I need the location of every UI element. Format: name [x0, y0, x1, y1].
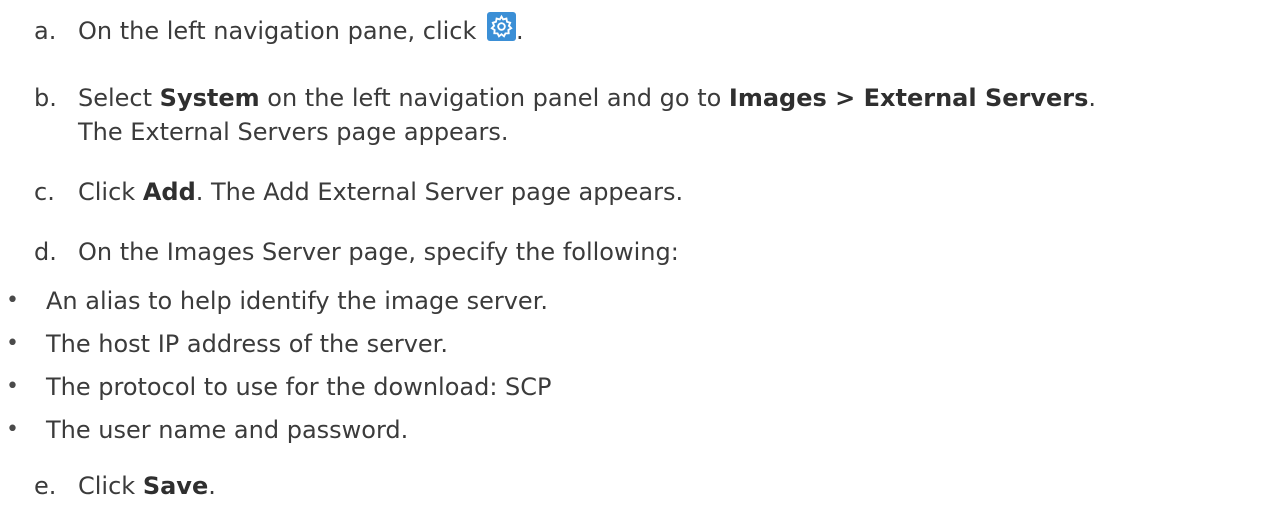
bold-term: System	[159, 84, 260, 112]
list-item: • The user name and password.	[0, 414, 1283, 446]
bold-term: Images > External Servers	[728, 84, 1089, 112]
step-e: e. Click Save.	[34, 470, 216, 502]
step-text: .	[208, 472, 216, 500]
bullet-text: The user name and password.	[46, 416, 409, 444]
step-d: d. On the Images Server page, specify the…	[34, 236, 679, 268]
bullet-icon: •	[6, 331, 19, 356]
bullet-icon: •	[6, 417, 19, 442]
step-a: a. On the left navigation pane, click .	[34, 12, 524, 47]
list-item: • The host IP address of the server.	[0, 328, 1283, 360]
bullet-icon: •	[6, 288, 19, 313]
step-text: on the left navigation panel and go to	[259, 84, 729, 112]
step-c: c. Click Add. The Add External Server pag…	[34, 176, 683, 208]
step-letter: e.	[34, 472, 57, 500]
step-letter: a.	[34, 17, 57, 45]
step-letter: b.	[34, 84, 57, 112]
step-letter: d.	[34, 238, 57, 266]
step-text: Select	[78, 84, 160, 112]
bold-term: Save	[142, 472, 209, 500]
step-text-end: .	[516, 17, 524, 45]
list-item: • An alias to help identify the image se…	[0, 285, 1283, 317]
step-b: b. Select System on the left navigation p…	[34, 82, 1096, 114]
step-b-line2: The External Servers page appears.	[78, 116, 509, 148]
bullet-text: The protocol to use for the download: SC…	[46, 373, 552, 401]
gear-icon	[487, 12, 517, 41]
step-text: The External Servers page appears.	[78, 118, 509, 146]
bullet-icon: •	[6, 374, 19, 399]
step-letter: c.	[34, 178, 55, 206]
step-text: Click	[78, 178, 143, 206]
step-text: Click	[78, 472, 143, 500]
bold-term: Add	[142, 178, 196, 206]
bullet-text: An alias to help identify the image serv…	[46, 287, 548, 315]
step-text: .	[1088, 84, 1097, 112]
bullet-text: The host IP address of the server.	[46, 330, 448, 358]
step-text: . The Add External Server page appears.	[195, 178, 684, 206]
step-text: On the left navigation pane, click	[78, 17, 477, 45]
list-item: • The protocol to use for the download: …	[0, 371, 1283, 403]
step-text: On the Images Server page, specify the f…	[78, 238, 679, 266]
